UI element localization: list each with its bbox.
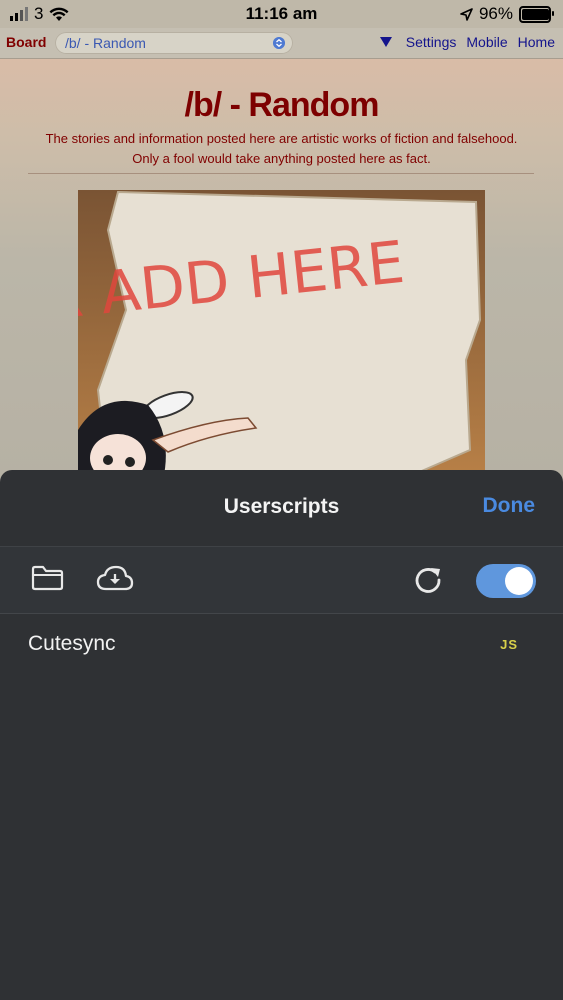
settings-link[interactable]: Settings [406,34,457,50]
chevron-updown-icon [273,37,285,49]
cloud-download-icon[interactable] [96,565,134,593]
nav-links: Settings Mobile Home [379,34,555,50]
toggle-knob [505,567,533,595]
subtitle-line-1: The stories and information posted here … [45,131,518,146]
userscripts-toggle[interactable] [476,564,536,598]
board-nav: Board /b/ - Random Settings Mobile Home [0,28,563,59]
refresh-icon[interactable] [413,565,445,597]
home-link[interactable]: Home [518,34,555,50]
script-list-item[interactable]: Cutesync JS [0,620,563,670]
battery-icon [519,5,554,23]
folder-icon[interactable] [31,565,64,591]
location-arrow-icon [460,7,473,21]
userscripts-sheet: Userscripts Done Cutesync JS [0,470,563,1000]
board-page: /b/ - Random The stories and information… [0,59,563,529]
script-name: Cutesync [28,632,116,655]
sheet-title: Userscripts [223,495,340,518]
status-right: 96% [460,4,554,24]
page-subtitle: The stories and information posted here … [0,129,563,169]
battery-fill [522,8,549,20]
page-title: /b/ - Random [184,86,380,124]
toolbar-separator [0,613,563,614]
board-select-value: /b/ - Random [65,35,146,51]
board-select[interactable]: /b/ - Random [55,32,293,54]
status-bar: 3 11:16 am 96% [0,0,563,28]
header-divider [28,173,534,174]
mobile-link[interactable]: Mobile [466,34,507,50]
done-button[interactable]: Done [483,494,536,518]
script-type-badge: JS [500,637,518,652]
dropdown-triangle-icon[interactable] [379,37,392,47]
battery-percent: 96% [478,4,513,23]
subtitle-line-2: Only a fool would take anything posted h… [132,151,431,166]
board-label: Board [6,34,47,50]
